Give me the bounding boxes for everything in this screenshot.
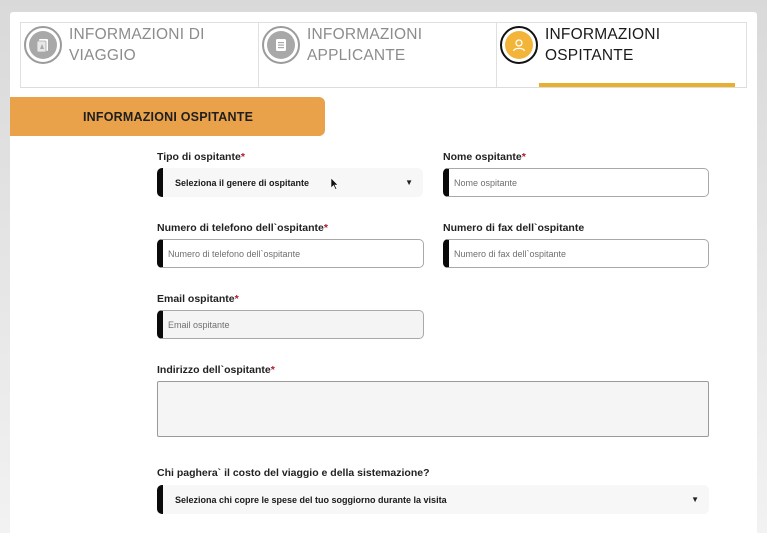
host-email-input[interactable] [157, 310, 424, 339]
step-circle [262, 26, 300, 64]
step-label: INFORMAZIONI DI VIAGGIO [69, 26, 205, 64]
step-circle [500, 26, 538, 64]
host-name-label: Nome ospitante* [443, 151, 526, 163]
host-address-textarea[interactable] [157, 381, 709, 437]
step-applicant-info[interactable]: INFORMAZIONI APPLICANTE [258, 23, 496, 87]
mouse-cursor-icon [331, 178, 339, 190]
stepper: INFORMAZIONI DI VIAGGIO INFORMAZIONI APP… [20, 22, 747, 88]
host-address-label: Indirizzo dell`ospitante* [157, 364, 275, 376]
step-label: INFORMAZIONI OSPITANTE [545, 26, 661, 64]
payer-value: Seleziona chi copre le spese del tuo sog… [175, 494, 447, 505]
list-icon [267, 31, 295, 59]
host-phone-label: Numero di telefono dell`ospitante* [157, 222, 328, 234]
host-type-value: Seleziona il genere di ospitante [175, 177, 310, 188]
step-circle [24, 26, 62, 64]
travel-document-icon [29, 31, 57, 59]
active-step-indicator [539, 83, 735, 87]
host-type-label: Tipo di ospitante* [157, 151, 245, 163]
host-fax-input[interactable] [443, 239, 709, 268]
form-card [10, 12, 757, 533]
host-email-label: Email ospitante* [157, 293, 239, 305]
host-name-input[interactable] [443, 168, 709, 197]
host-phone-input[interactable] [157, 239, 424, 268]
step-travel-info[interactable]: INFORMAZIONI DI VIAGGIO [20, 23, 258, 87]
user-icon [505, 31, 533, 59]
caret-down-icon: ▼ [691, 495, 699, 504]
payer-label: Chi paghera` il costo del viaggio e dell… [157, 467, 430, 479]
step-host-info[interactable]: INFORMAZIONI OSPITANTE [496, 23, 747, 87]
payer-select[interactable]: Seleziona chi copre le spese del tuo sog… [157, 485, 709, 514]
section-title: INFORMAZIONI OSPITANTE [10, 97, 325, 136]
caret-down-icon: ▼ [405, 178, 413, 187]
host-type-select[interactable]: Seleziona il genere di ospitante ▼ [157, 168, 423, 197]
step-label: INFORMAZIONI APPLICANTE [307, 26, 423, 64]
host-fax-label: Numero di fax dell`ospitante [443, 222, 585, 234]
